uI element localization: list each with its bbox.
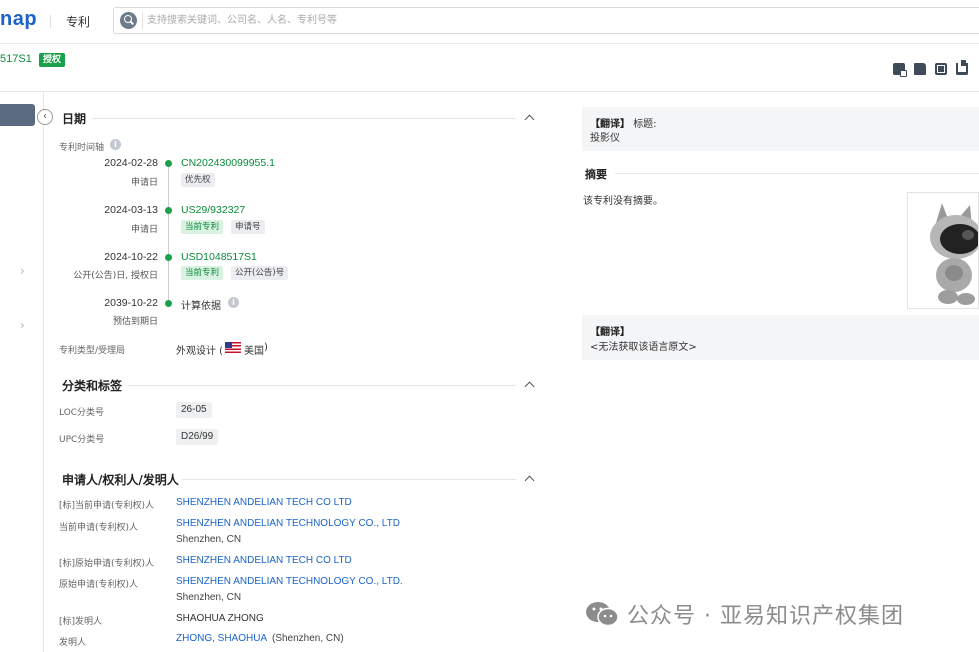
timeline-dot [165,254,172,261]
top-bar: nap 专利 [0,0,979,44]
timeline-label: 专利时间轴 [59,143,105,153]
publication-number-link[interactable]: USD1048517S1 [181,251,257,263]
translate-tag[interactable]: 【翻译】 [590,327,630,338]
upc-label: UPC分类号 [59,435,105,445]
timeline-dot [165,300,172,307]
calculation-basis: 计算依据 [181,301,221,312]
party-label: [标]原始申请(专利权)人 [59,559,155,569]
projector-design-image [930,203,978,305]
upc-code: D26/99 [176,429,219,445]
patent-type-label: 专利类型/受理局 [59,346,126,356]
publication-number: 517S1 [0,53,32,65]
party-label: [标]当前申请(专利权)人 [59,501,155,511]
application-number-link[interactable]: US29/932327 [181,204,245,216]
section-title-classification: 分类和标签 [62,379,123,393]
inventor-standardized: SHAOHUA ZHONG [176,613,264,624]
title-translation-box: 【翻译】 标题: 投影仪 [582,107,979,151]
party-location: Shenzhen, CN [176,592,242,603]
timeline-date: 2024-02-28 [104,157,158,169]
no-original-text: <无法获取该语言原文> [590,342,697,353]
report-icon[interactable] [893,63,907,77]
party-link[interactable]: SHENZHEN ANDELIAN TECHNOLOGY CO., LTD [176,518,400,529]
sidebar-active-item[interactable] [0,104,35,126]
party-link[interactable]: SHENZHEN ANDELIAN TECH CO LTD [176,497,352,508]
left-sidebar: › › [0,92,44,652]
collapse-sidebar-button[interactable]: ‹ [37,109,53,125]
search-icon[interactable] [120,12,137,29]
timeline-date-type: 申请日 [130,178,158,188]
watermark-text: 公众号 · 亚易知识产权集团 [627,604,904,629]
search-input[interactable] [147,11,947,30]
export-icon[interactable] [956,60,968,75]
timeline-line [168,162,169,302]
divider [50,15,51,28]
timeline-date: 2039-10-22 [104,297,158,309]
timeline-date: 2024-10-22 [104,251,158,263]
party-label: 发明人 [59,638,87,648]
watermark: 公众号 · 亚易知识产权集团 [585,598,904,630]
party-label: [标]发明人 [59,617,103,627]
copy-icon[interactable] [935,63,947,75]
title-value: 投影仪 [590,133,620,144]
title-label: 标题: [633,119,657,130]
chevron-up-icon[interactable] [524,474,534,484]
tag-current-patent: 当前专利 [181,266,224,280]
search-bar [113,7,979,34]
toolbar [893,60,968,77]
party-link[interactable]: SHENZHEN ANDELIAN TECH CO LTD [176,555,352,566]
chevron-up-icon[interactable] [524,380,534,390]
country-name: 美国 [244,346,264,357]
design-drawing-thumbnail[interactable] [907,192,979,309]
loc-label: LOC分类号 [59,408,105,418]
timeline-dot [165,160,172,167]
section-title-parties: 申请人/权利人/发明人 [62,473,179,487]
inventor-location: (Shenzhen, CN) [272,633,344,644]
patent-type-close: ) [264,342,268,353]
chevron-right-icon[interactable]: › [20,318,25,332]
folder-icon[interactable] [914,63,926,75]
divider [142,12,143,29]
loc-code: 26-05 [176,402,212,418]
patent-type-value: 外观设计 ( [176,346,224,357]
wechat-icon [586,602,619,627]
divider [182,479,516,480]
info-icon[interactable]: i [110,139,121,150]
party-label: 当前申请(专利权)人 [59,523,139,533]
timeline-date-type: 申请日 [130,225,158,235]
abstract-text: 该专利没有摘要。 [583,196,663,207]
divider [615,173,979,174]
chevron-right-icon[interactable]: › [20,264,25,278]
timeline-date-type: 公开(公告)日, 授权日 [73,271,158,281]
abstract-translation-box: 【翻译】 <无法获取该语言原文> [582,315,979,360]
section-title-abstract: 摘要 [585,168,607,181]
priority-number-link[interactable]: CN202430099955.1 [181,157,275,169]
timeline-date: 2024-03-13 [104,204,158,216]
timeline-date-type: 预估到期日 [112,317,158,327]
tag-current-patent: 当前专利 [181,220,224,234]
tag-publication-number: 公开(公告)号 [231,266,289,280]
nav-patent[interactable]: 专利 [66,13,90,30]
tag-priority: 优先权 [181,173,215,187]
divider [128,385,516,386]
section-title-dates: 日期 [62,112,87,126]
us-flag-icon [225,342,241,353]
divider [92,118,516,119]
party-location: Shenzhen, CN [176,534,242,545]
chevron-up-icon[interactable] [524,113,534,123]
timeline-dot [165,207,172,214]
status-badge: 授权 [39,53,66,67]
info-icon[interactable]: i [228,297,239,308]
party-label: 原始申请(专利权)人 [59,580,139,590]
inventor-link[interactable]: ZHONG, SHAOHUA [176,633,267,644]
app-logo[interactable]: nap [0,8,37,31]
party-link[interactable]: SHENZHEN ANDELIAN TECHNOLOGY CO., LTD. [176,576,403,587]
patent-header: 517S1 授权 [0,45,979,92]
tag-application-number: 申请号 [231,220,265,234]
